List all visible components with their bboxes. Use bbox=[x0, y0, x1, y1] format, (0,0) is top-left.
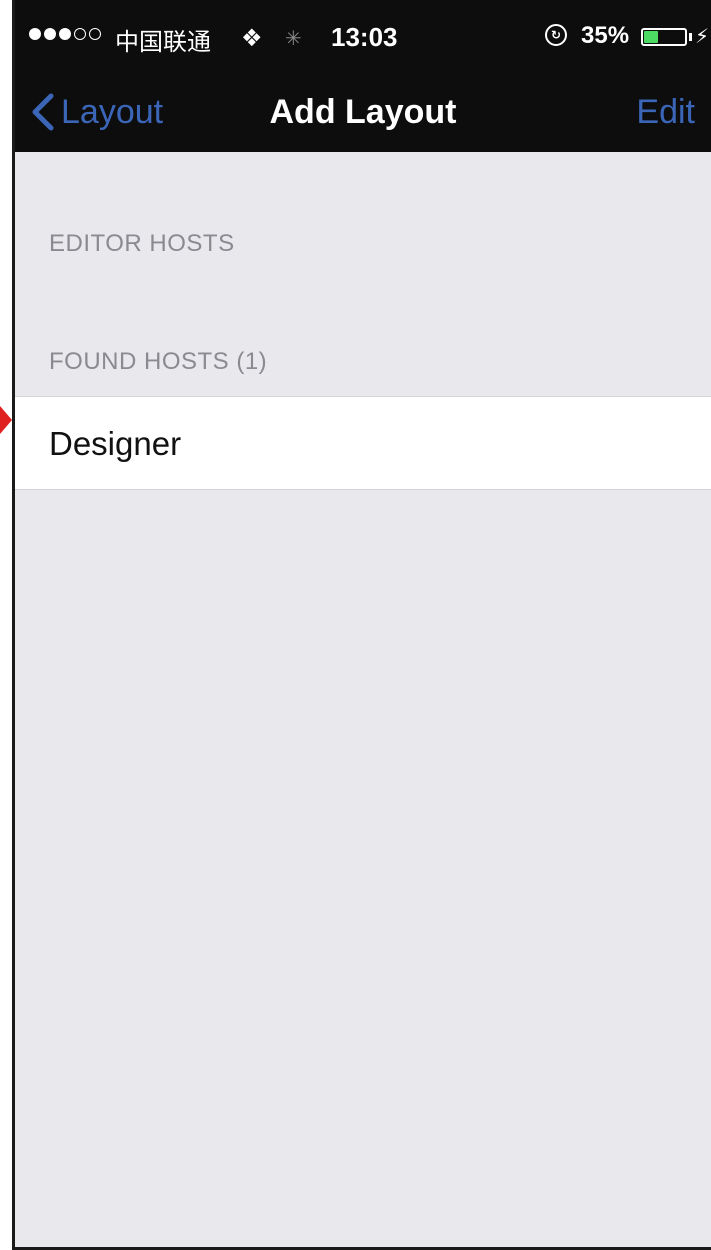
navigation-bar: Add Layout Layout Edit bbox=[15, 72, 711, 152]
status-bar: 中国联通 ❖ ✳ 13:03 ↻ 35% ⚡ bbox=[15, 0, 711, 72]
signal-dot-empty bbox=[89, 28, 101, 40]
table-view[interactable]: EDITOR HOSTS FOUND HOSTS (1) Designer bbox=[15, 152, 711, 1247]
battery-level-fill bbox=[644, 31, 658, 43]
list-item-host-designer[interactable]: Designer bbox=[15, 396, 711, 490]
back-button[interactable]: Layout bbox=[29, 86, 163, 138]
signal-dot-full bbox=[29, 28, 41, 40]
charging-bolt-icon: ⚡ bbox=[695, 26, 710, 48]
signal-dot-full bbox=[44, 28, 56, 40]
status-time: 13:03 bbox=[331, 22, 398, 52]
section-header-editor-hosts: EDITOR HOSTS bbox=[49, 230, 235, 257]
activity-spinner-icon: ✳ bbox=[285, 28, 302, 50]
section-header-found-hosts: FOUND HOSTS (1) bbox=[49, 348, 268, 375]
wifi-icon: ❖ bbox=[241, 25, 263, 52]
edit-button[interactable]: Edit bbox=[636, 86, 695, 138]
signal-strength-icon bbox=[29, 28, 101, 40]
signal-dot-full bbox=[59, 28, 71, 40]
phone-screen: 中国联通 ❖ ✳ 13:03 ↻ 35% ⚡ Add Layout Layout… bbox=[12, 0, 711, 1250]
list-item-label: Designer bbox=[49, 425, 182, 462]
page: 中国联通 ❖ ✳ 13:03 ↻ 35% ⚡ Add Layout Layout… bbox=[0, 0, 711, 1250]
battery-tip bbox=[689, 33, 692, 41]
chevron-left-icon bbox=[32, 93, 54, 131]
battery-icon bbox=[641, 28, 687, 46]
battery-percentage: 35% bbox=[581, 22, 630, 49]
signal-dot-empty bbox=[74, 28, 86, 40]
carrier-name: 中国联通 bbox=[115, 28, 211, 56]
orientation-lock-icon: ↻ bbox=[545, 24, 567, 46]
back-button-label: Layout bbox=[61, 92, 164, 131]
